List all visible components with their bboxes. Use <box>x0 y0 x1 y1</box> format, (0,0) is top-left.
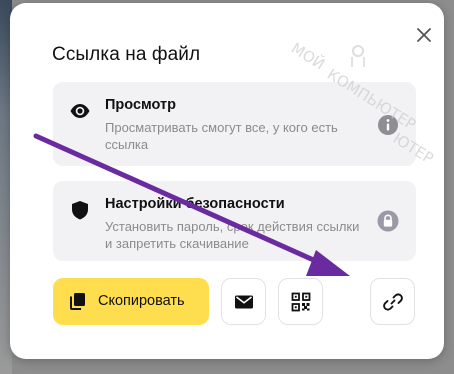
close-button[interactable] <box>413 24 435 46</box>
link-settings-button[interactable] <box>370 278 415 325</box>
info-icon[interactable] <box>377 114 399 136</box>
copy-link-button[interactable]: Скопировать <box>53 278 209 325</box>
security-card-title: Настройки безопасности <box>105 196 285 212</box>
view-card-description: Просматривать смогут все, у кого есть сс… <box>105 120 338 152</box>
view-card-title: Просмотр <box>105 97 176 113</box>
copy-icon <box>68 291 88 311</box>
eye-icon <box>69 100 91 122</box>
view-access-card[interactable]: Просмотр Просматривать смогут все, у ког… <box>53 82 416 166</box>
copy-button-label: Скопировать <box>98 293 185 309</box>
lock-icon <box>377 210 399 232</box>
link-icon <box>382 292 403 311</box>
close-icon <box>417 28 431 42</box>
security-settings-card[interactable]: Настройки безопасности Установить пароль… <box>53 181 416 261</box>
qr-code-button[interactable] <box>278 278 323 325</box>
security-card-description: Установить пароль, срок действия ссылки … <box>105 219 360 251</box>
share-by-email-button[interactable] <box>221 278 266 325</box>
mail-icon <box>234 295 253 308</box>
shield-icon <box>69 199 91 221</box>
share-link-dialog: Ссылка на файл Просмотр Просматривать см… <box>10 3 444 359</box>
svg-text:МОЙ: МОЙ <box>288 38 329 73</box>
qr-code-icon <box>291 292 310 311</box>
dialog-title: Ссылка на файл <box>52 44 201 65</box>
